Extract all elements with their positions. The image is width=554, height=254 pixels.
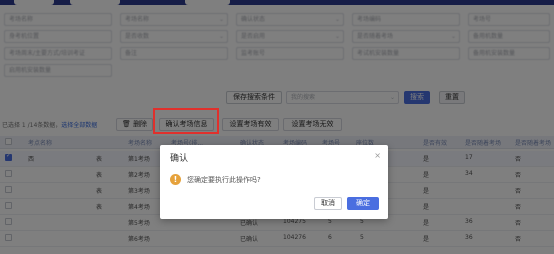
close-icon[interactable]: × [374, 151, 381, 160]
ok-button[interactable]: 确定 [347, 197, 379, 210]
dialog-title: 确认 [170, 154, 189, 164]
confirm-dialog: 确认 × ! 您确定要执行此操作吗? 取消 确定 [160, 145, 388, 219]
highlight-box [153, 108, 219, 134]
dialog-message: 您确定要执行此操作吗? [187, 176, 261, 184]
cancel-button[interactable]: 取消 [314, 197, 342, 210]
warning-icon: ! [170, 174, 181, 185]
